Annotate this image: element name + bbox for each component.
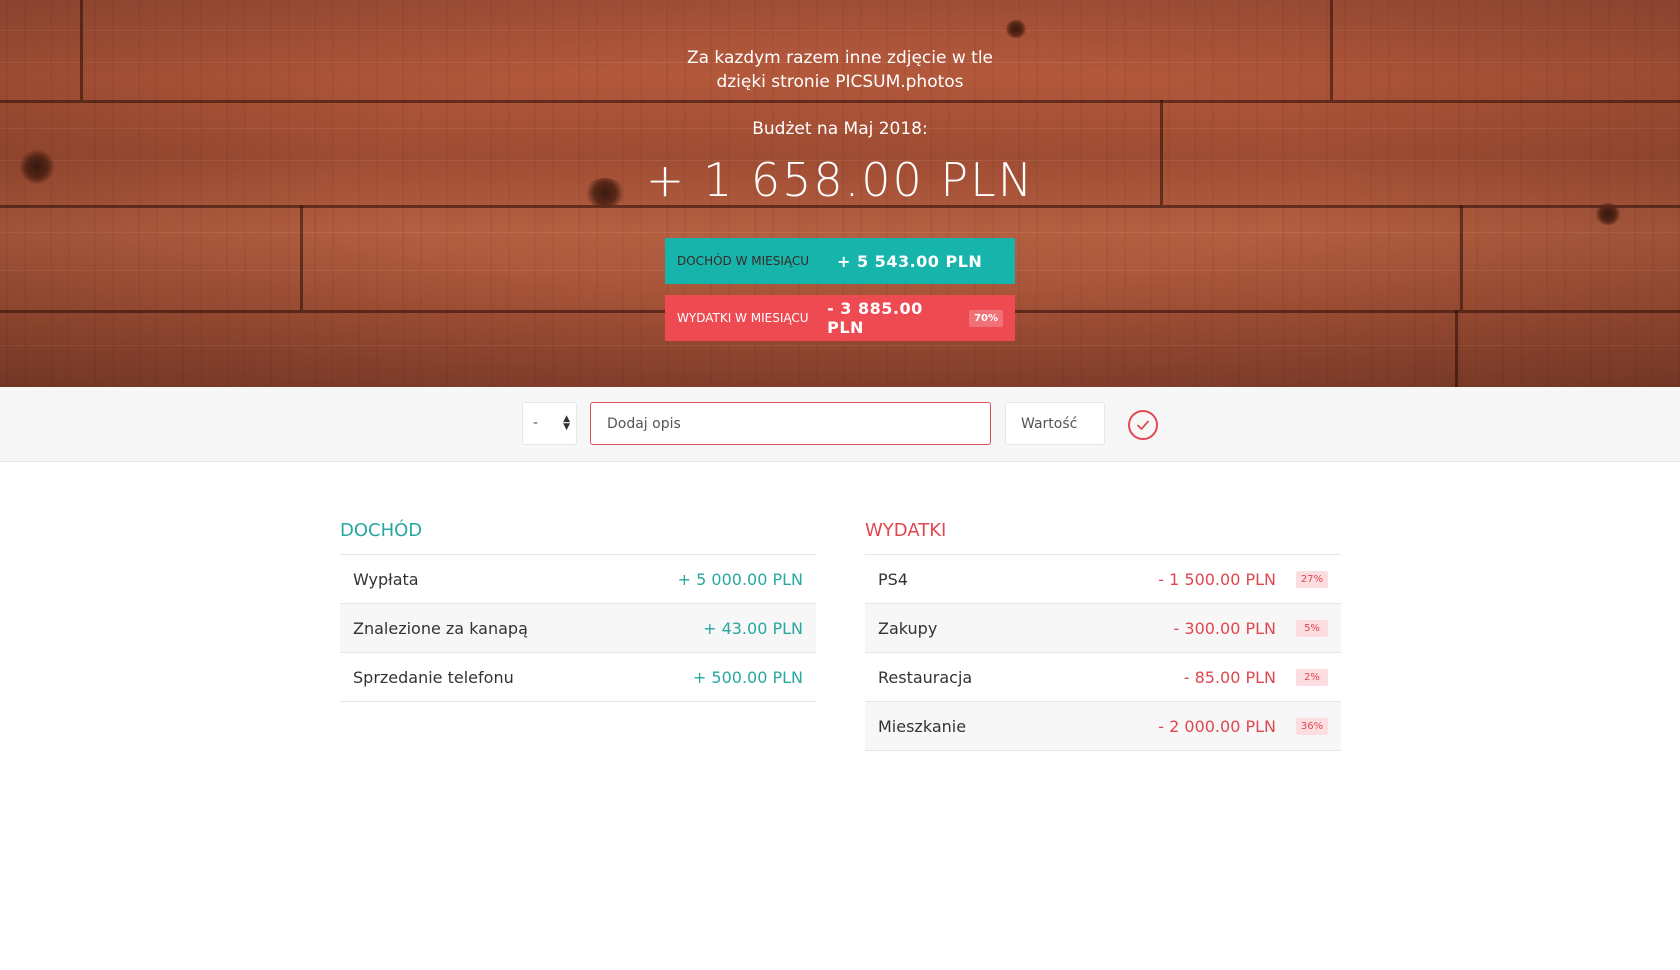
expense-item-value: - 85.00 PLN — [1183, 667, 1276, 687]
expense-item[interactable]: PS4 - 1 500.00 PLN 27% — [865, 554, 1341, 603]
expense-item-description: Zakupy — [878, 618, 938, 638]
income-item-value: + 43.00 PLN — [703, 618, 803, 638]
expense-item[interactable]: Mieszkanie - 2 000.00 PLN 36% — [865, 701, 1341, 750]
submit-button[interactable] — [1128, 410, 1158, 440]
income-item-value: + 5 000.00 PLN — [677, 569, 803, 589]
income-summary: Dochód w miesiącu + 5 543.00 PLN — [665, 238, 1015, 284]
expense-item-percent-badge: 2% — [1296, 668, 1328, 686]
income-item[interactable]: Sprzedanie telefonu + 500.00 PLN — [340, 652, 816, 701]
description-input[interactable] — [590, 402, 991, 445]
expense-summary-value: - 3 885.00 PLN — [827, 299, 923, 337]
income-item-description: Znalezione za kanapą — [353, 618, 528, 638]
expense-item-value: - 2 000.00 PLN — [1158, 716, 1276, 736]
value-input[interactable] — [1005, 402, 1105, 445]
expense-summary-label: Wydatki w miesiącu — [677, 311, 809, 325]
type-select-value: - — [533, 415, 539, 431]
expense-list-title: Wydatki — [865, 520, 947, 541]
expense-item[interactable]: Restauracja - 85.00 PLN 2% — [865, 652, 1341, 701]
expense-summary: Wydatki w miesiącu - 3 885.00 PLN 70% — [665, 295, 1015, 341]
select-arrows-icon: ▲ ▼ — [563, 414, 570, 432]
expense-item-value: - 1 500.00 PLN — [1158, 569, 1276, 589]
expense-item-percent-badge: 27% — [1296, 570, 1328, 588]
income-summary-label: Dochód w miesiącu — [677, 254, 810, 268]
income-list-title: Dochód — [340, 520, 423, 541]
expense-item-percent-badge: 36% — [1296, 717, 1328, 735]
income-item-description: Sprzedanie telefonu — [353, 667, 514, 687]
expense-item-percent-badge: 5% — [1296, 619, 1328, 637]
hero-header: Za kazdym razem inne zdjęcie w tle dzięk… — [0, 0, 1680, 387]
background-credit-text: Za kazdym razem inne zdjęcie w tle dzięk… — [686, 48, 994, 92]
income-item-description: Wypłata — [353, 569, 419, 589]
add-entry-bar: - ▲ ▼ — [0, 387, 1680, 462]
expense-item-value: - 300.00 PLN — [1173, 618, 1276, 638]
expense-item-description: Restauracja — [878, 667, 973, 687]
income-summary-value: + 5 543.00 PLN — [837, 251, 983, 271]
expense-list: Wydatki PS4 - 1 500.00 PLN 27% Zakupy - … — [865, 520, 1341, 751]
income-item-value: + 500.00 PLN — [692, 667, 803, 687]
expense-item-description: PS4 — [878, 569, 908, 589]
expense-item[interactable]: Zakupy - 300.00 PLN 5% — [865, 603, 1341, 652]
type-select[interactable]: - ▲ ▼ — [522, 402, 577, 445]
budget-title: Budżet na Maj 2018: — [752, 119, 928, 139]
income-item[interactable]: Wypłata + 5 000.00 PLN — [340, 554, 816, 603]
checkmark-icon — [1137, 420, 1149, 430]
expense-percent-badge: 70% — [969, 309, 1003, 327]
budget-total-value: + 1 658.00 PLN — [645, 153, 1035, 207]
expense-item-description: Mieszkanie — [878, 716, 967, 736]
income-list: Dochód Wypłata + 5 000.00 PLN Znalezione… — [340, 520, 816, 702]
income-item[interactable]: Znalezione za kanapą + 43.00 PLN — [340, 603, 816, 652]
